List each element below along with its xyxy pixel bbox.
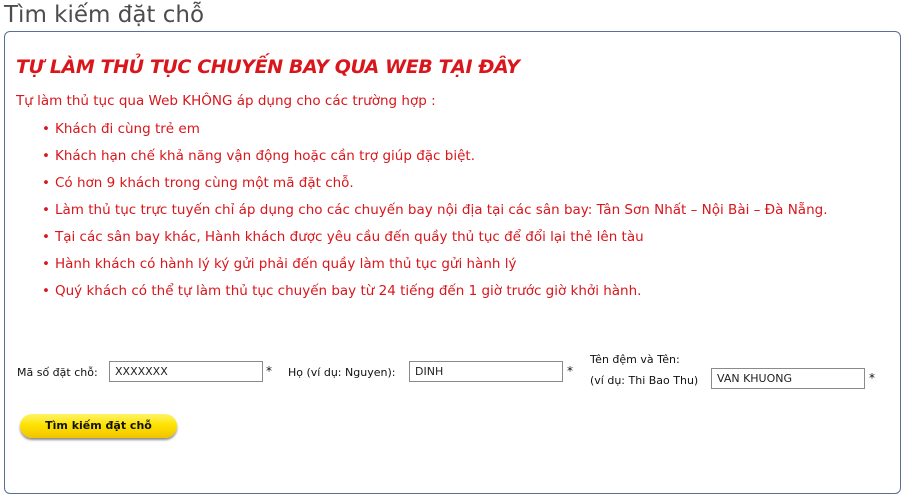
bullet-icon: •: [42, 148, 50, 164]
list-item: • Quý khách có thể tự làm thủ tục chuyến …: [42, 278, 828, 305]
bullet-icon: •: [42, 256, 50, 272]
list-item: • Khách đi cùng trẻ em: [42, 116, 828, 143]
checkin-panel: TỰ LÀM THỦ TỤC CHUYẾN BAY QUA WEB TẠI ĐÂ…: [4, 31, 901, 494]
exclusion-rules-list: • Khách đi cùng trẻ em • Khách hạn chế khả…: [42, 116, 828, 305]
first-name-required-mark: *: [869, 371, 875, 385]
rule-text: Quý khách có thể tự làm thủ tục chuyến b…: [55, 283, 642, 299]
first-name-input[interactable]: [711, 368, 865, 389]
list-item: • Hành khách có hành lý ký gửi phải đến q…: [42, 251, 828, 278]
bullet-icon: •: [42, 121, 50, 137]
rule-text: Tại các sân bay khác, Hành khách được yê…: [55, 229, 644, 245]
search-booking-button[interactable]: Tìm kiếm đặt chỗ: [20, 414, 177, 438]
last-name-label: Họ (ví dụ: Nguyen):: [288, 366, 396, 379]
checkin-heading: TỰ LÀM THỦ TỤC CHUYẾN BAY QUA WEB TẠI ĐÂ…: [16, 56, 520, 78]
rule-text: Hành khách có hành lý ký gửi phải đến qu…: [55, 256, 517, 272]
booking-code-input[interactable]: [109, 361, 263, 382]
list-item: • Tại các sân bay khác, Hành khách được y…: [42, 224, 828, 251]
last-name-required-mark: *: [567, 364, 573, 378]
bullet-icon: •: [42, 283, 50, 299]
bullet-icon: •: [42, 202, 50, 218]
rule-text: Khách đi cùng trẻ em: [55, 121, 200, 137]
bullet-icon: •: [42, 229, 50, 245]
page-title: Tìm kiếm đặt chỗ: [4, 2, 205, 28]
first-name-label: Tên đệm và Tên:: [590, 353, 680, 366]
booking-code-label: Mã số đặt chỗ:: [17, 366, 98, 379]
bullet-icon: •: [42, 175, 50, 191]
first-name-example-label: (ví dụ: Thi Bao Thu): [590, 374, 699, 387]
list-item: • Làm thủ tục trực tuyến chỉ áp dụng cho …: [42, 197, 828, 224]
checkin-intro: Tự làm thủ tục qua Web KHÔNG áp dụng cho…: [16, 93, 436, 109]
list-item: • Có hơn 9 khách trong cùng một mã đặt ch…: [42, 170, 828, 197]
list-item: • Khách hạn chế khả năng vận động hoặc cầ…: [42, 143, 828, 170]
booking-code-required-mark: *: [266, 364, 272, 378]
last-name-input[interactable]: [409, 361, 563, 382]
rule-text: Có hơn 9 khách trong cùng một mã đặt chỗ…: [55, 175, 354, 191]
rule-text: Làm thủ tục trực tuyến chỉ áp dụng cho c…: [55, 202, 828, 218]
rule-text: Khách hạn chế khả năng vận động hoặc cần…: [55, 148, 475, 164]
